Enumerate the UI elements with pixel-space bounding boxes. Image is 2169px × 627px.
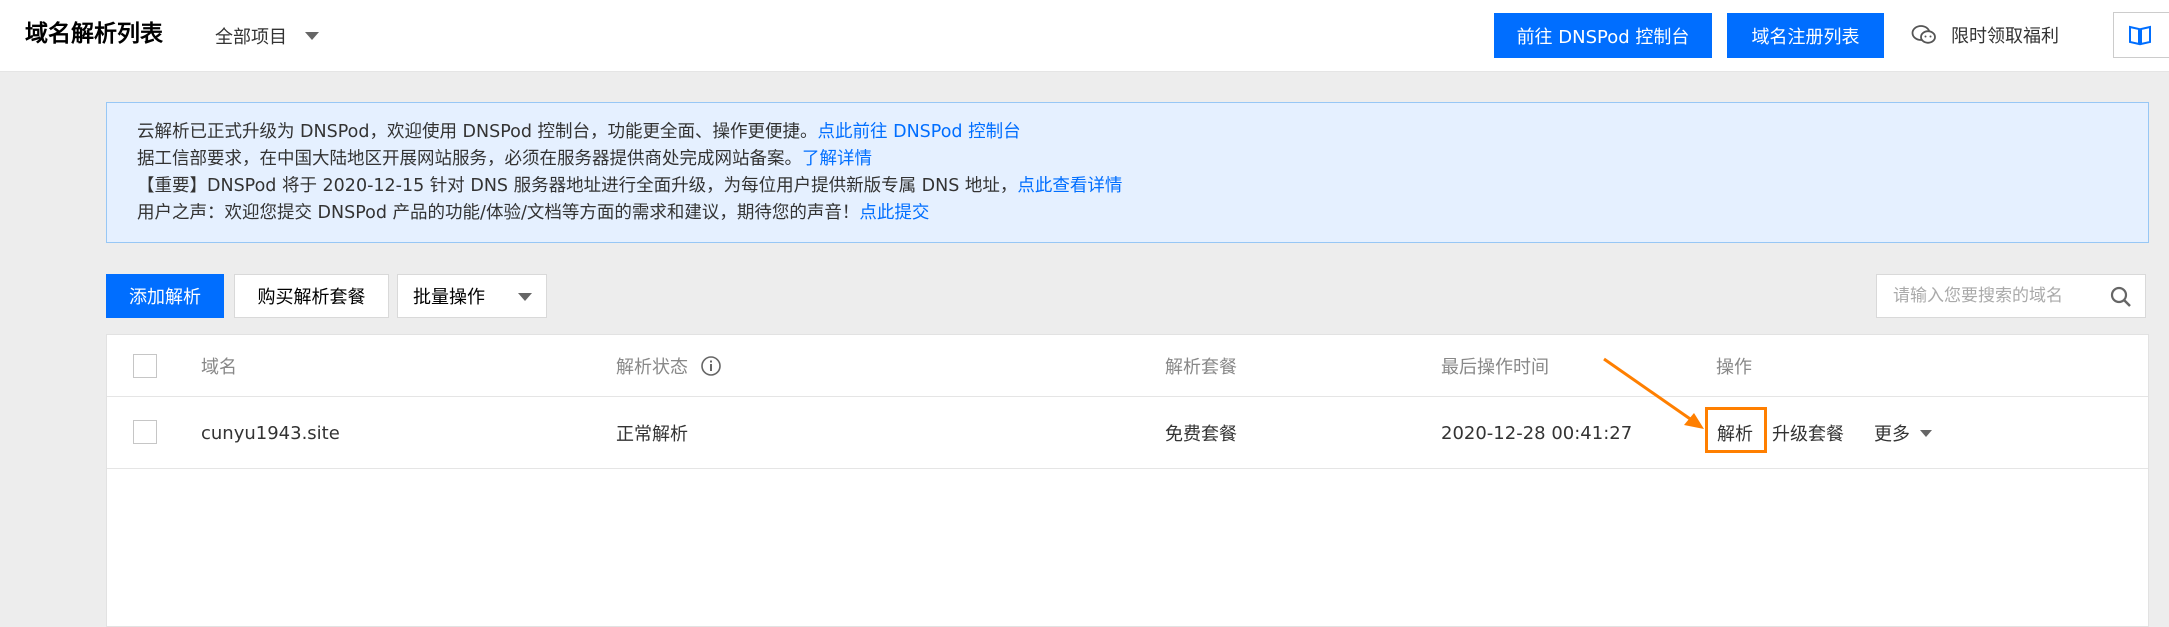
notice-line-1: 云解析已正式升级为 DNSPod，欢迎使用 DNSPod 控制台，功能更全面、操… (137, 119, 2148, 146)
add-record-button[interactable]: 添加解析 (106, 274, 224, 318)
column-status-label: 解析状态 (616, 357, 688, 378)
row-checkbox[interactable] (133, 420, 157, 444)
notice-link-dnspod[interactable]: 点此前往 DNSPod 控制台 (818, 122, 1021, 142)
batch-operation-select[interactable]: 批量操作 (397, 274, 547, 318)
more-actions-link[interactable]: 更多 (1874, 397, 1932, 469)
annotation-highlight-box (1705, 407, 1767, 453)
notice-link-details[interactable]: 了解详情 (802, 149, 872, 169)
caret-down-icon (518, 293, 532, 301)
column-status: 解析状态 (616, 335, 722, 397)
go-dnspod-button[interactable]: 前往 DNSPod 控制台 (1494, 13, 1712, 58)
arrow-annotation (1603, 357, 1704, 429)
domain-table: 域名 解析状态 解析套餐 最后操作时间 操作 cunyu1943.site 正常… (106, 334, 2149, 627)
table-header: 域名 解析状态 解析套餐 最后操作时间 操作 (107, 335, 2148, 397)
benefit-label: 限时领取福利 (1951, 26, 2059, 47)
caret-down-icon (305, 32, 319, 40)
domain-link[interactable]: cunyu1943.site (201, 397, 340, 469)
column-domain: 域名 (201, 357, 237, 378)
search-input[interactable] (1893, 286, 2103, 306)
search-box (1876, 274, 2146, 318)
notice-text: 【重要】DNSPod 将于 2020-12-15 针对 DNS 服务器地址进行全… (137, 176, 1018, 196)
notice-link-view-details[interactable]: 点此查看详情 (1017, 176, 1122, 196)
notice-text: 用户之声：欢迎您提交 DNSPod 产品的功能/体验/文档等方面的需求和建议，期… (137, 203, 860, 223)
notice-banner: 云解析已正式升级为 DNSPod，欢迎使用 DNSPod 控制台，功能更全面、操… (106, 102, 2149, 243)
benefit-link[interactable]: 限时领取福利 (1911, 20, 2059, 50)
book-icon (2129, 25, 2151, 46)
project-select[interactable]: 全部项目 (215, 22, 319, 50)
upgrade-package-link[interactable]: 升级套餐 (1772, 397, 1844, 469)
top-bar: 域名解析列表 全部项目 前往 DNSPod 控制台 域名注册列表 限时领取福利 (0, 0, 2169, 72)
project-select-label: 全部项目 (215, 27, 287, 48)
page-title: 域名解析列表 (25, 21, 163, 47)
more-actions-label: 更多 (1874, 424, 1910, 445)
docs-button[interactable] (2113, 12, 2169, 58)
batch-operation-label: 批量操作 (413, 287, 485, 308)
column-actions: 操作 (1716, 357, 1752, 378)
buy-package-button[interactable]: 购买解析套餐 (234, 274, 389, 318)
info-icon[interactable] (700, 355, 722, 377)
notice-text: 云解析已正式升级为 DNSPod，欢迎使用 DNSPod 控制台，功能更全面、操… (137, 122, 818, 142)
select-all-checkbox[interactable] (133, 354, 157, 378)
table-row: cunyu1943.site 正常解析 免费套餐 2020-12-28 00:4… (107, 397, 2148, 469)
notice-line-3: 【重要】DNSPod 将于 2020-12-15 针对 DNS 服务器地址进行全… (137, 173, 2148, 200)
notice-link-submit[interactable]: 点此提交 (859, 203, 929, 223)
wechat-icon (1911, 25, 1936, 44)
column-package: 解析套餐 (1165, 357, 1237, 378)
notice-text: 据工信部要求，在中国大陆地区开展网站服务，必须在服务器提供商处完成网站备案。 (137, 149, 802, 169)
package-text: 免费套餐 (1165, 424, 1237, 445)
column-last-time: 最后操作时间 (1441, 357, 1549, 378)
domain-register-button[interactable]: 域名注册列表 (1727, 13, 1884, 58)
notice-line-4: 用户之声：欢迎您提交 DNSPod 产品的功能/体验/文档等方面的需求和建议，期… (137, 200, 2148, 227)
notice-line-2: 据工信部要求，在中国大陆地区开展网站服务，必须在服务器提供商处完成网站备案。了解… (137, 146, 2148, 173)
status-badge: 正常解析 (616, 424, 688, 445)
caret-down-icon (1920, 429, 1932, 437)
search-icon[interactable] (2109, 285, 2133, 309)
